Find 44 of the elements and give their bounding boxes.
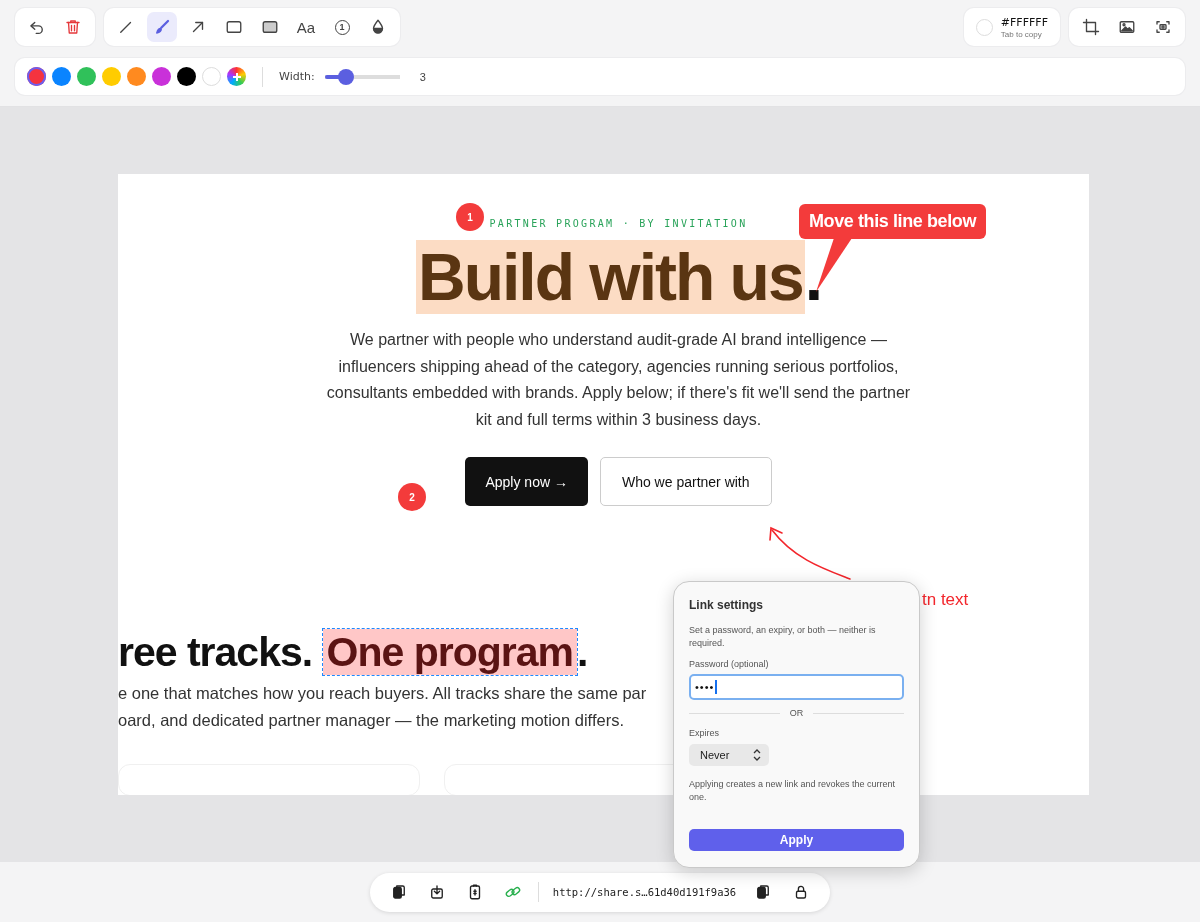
annotation-text: tn text [922,590,969,610]
hero-heading: Build with us. [416,239,821,315]
rectangle-icon [225,18,243,36]
color-swatch[interactable] [202,67,221,86]
partners-button[interactable]: Who we partner with [599,457,772,507]
copy-hint: Tab to copy [1000,29,1043,39]
crop-icon [1082,18,1100,36]
color-swatch[interactable] [177,67,196,86]
section-text: oard, and dedicated partner manager — the marketing motion differs. [118,709,624,731]
color-swatch[interactable] [77,67,96,86]
filled-rectangle-icon [261,18,279,36]
counter-tool[interactable]: 1 [327,12,357,42]
eyebrow-text: PARTNER PROGRAM · BY INVITATION [489,218,748,229]
expires-label: Expires [689,728,720,738]
section-text: e one that matches how you reach buyers. All tracks share the same par [118,683,647,705]
plus-icon [231,71,242,82]
text-tool[interactable]: Aa [291,12,321,42]
color-swatch[interactable] [52,67,71,86]
password-label: Password (optional) [689,659,770,669]
slider-thumb[interactable] [337,68,354,85]
image-icon [1118,18,1136,36]
popover-description: Set a password, an expiry, or both — neither is required. [689,624,877,649]
chevron-icon [753,749,761,761]
color-swatch[interactable] [27,67,46,86]
share-url: http://share.s…61d40d191f9a36 [551,886,738,898]
color-swatch[interactable] [127,67,146,86]
color-hex: #FFFFFF [1000,15,1048,29]
apply-note: Applying creates a new link and revokes the current one. [689,778,897,803]
brush-tool[interactable] [147,12,177,42]
screenshot-icon [1154,18,1172,36]
or-divider-text: OR [789,708,804,718]
popover-title: Link settings [689,598,764,612]
brush-icon [153,18,171,36]
password-field[interactable]: •••• [689,674,904,700]
width-label: Width: [279,70,315,83]
color-swatch[interactable] [152,67,171,86]
expires-select[interactable]: Never [689,744,769,766]
apply-button[interactable]: Apply [689,829,904,851]
intro-paragraph: We partner with people who understand audit-grade AI brand intelligence — influencers shipping ahead of the category, agencies running serious portfolios, consultants embedded with brands. Apply below; if there's fit we'll send the partner kit and full terms within 3 business days. [325,330,912,430]
width-value: 3 [419,70,426,83]
custom-color-button[interactable] [227,67,246,86]
color-swatch[interactable] [102,67,121,86]
trash-icon [64,18,82,36]
apply-button[interactable]: Apply now → [465,457,588,507]
